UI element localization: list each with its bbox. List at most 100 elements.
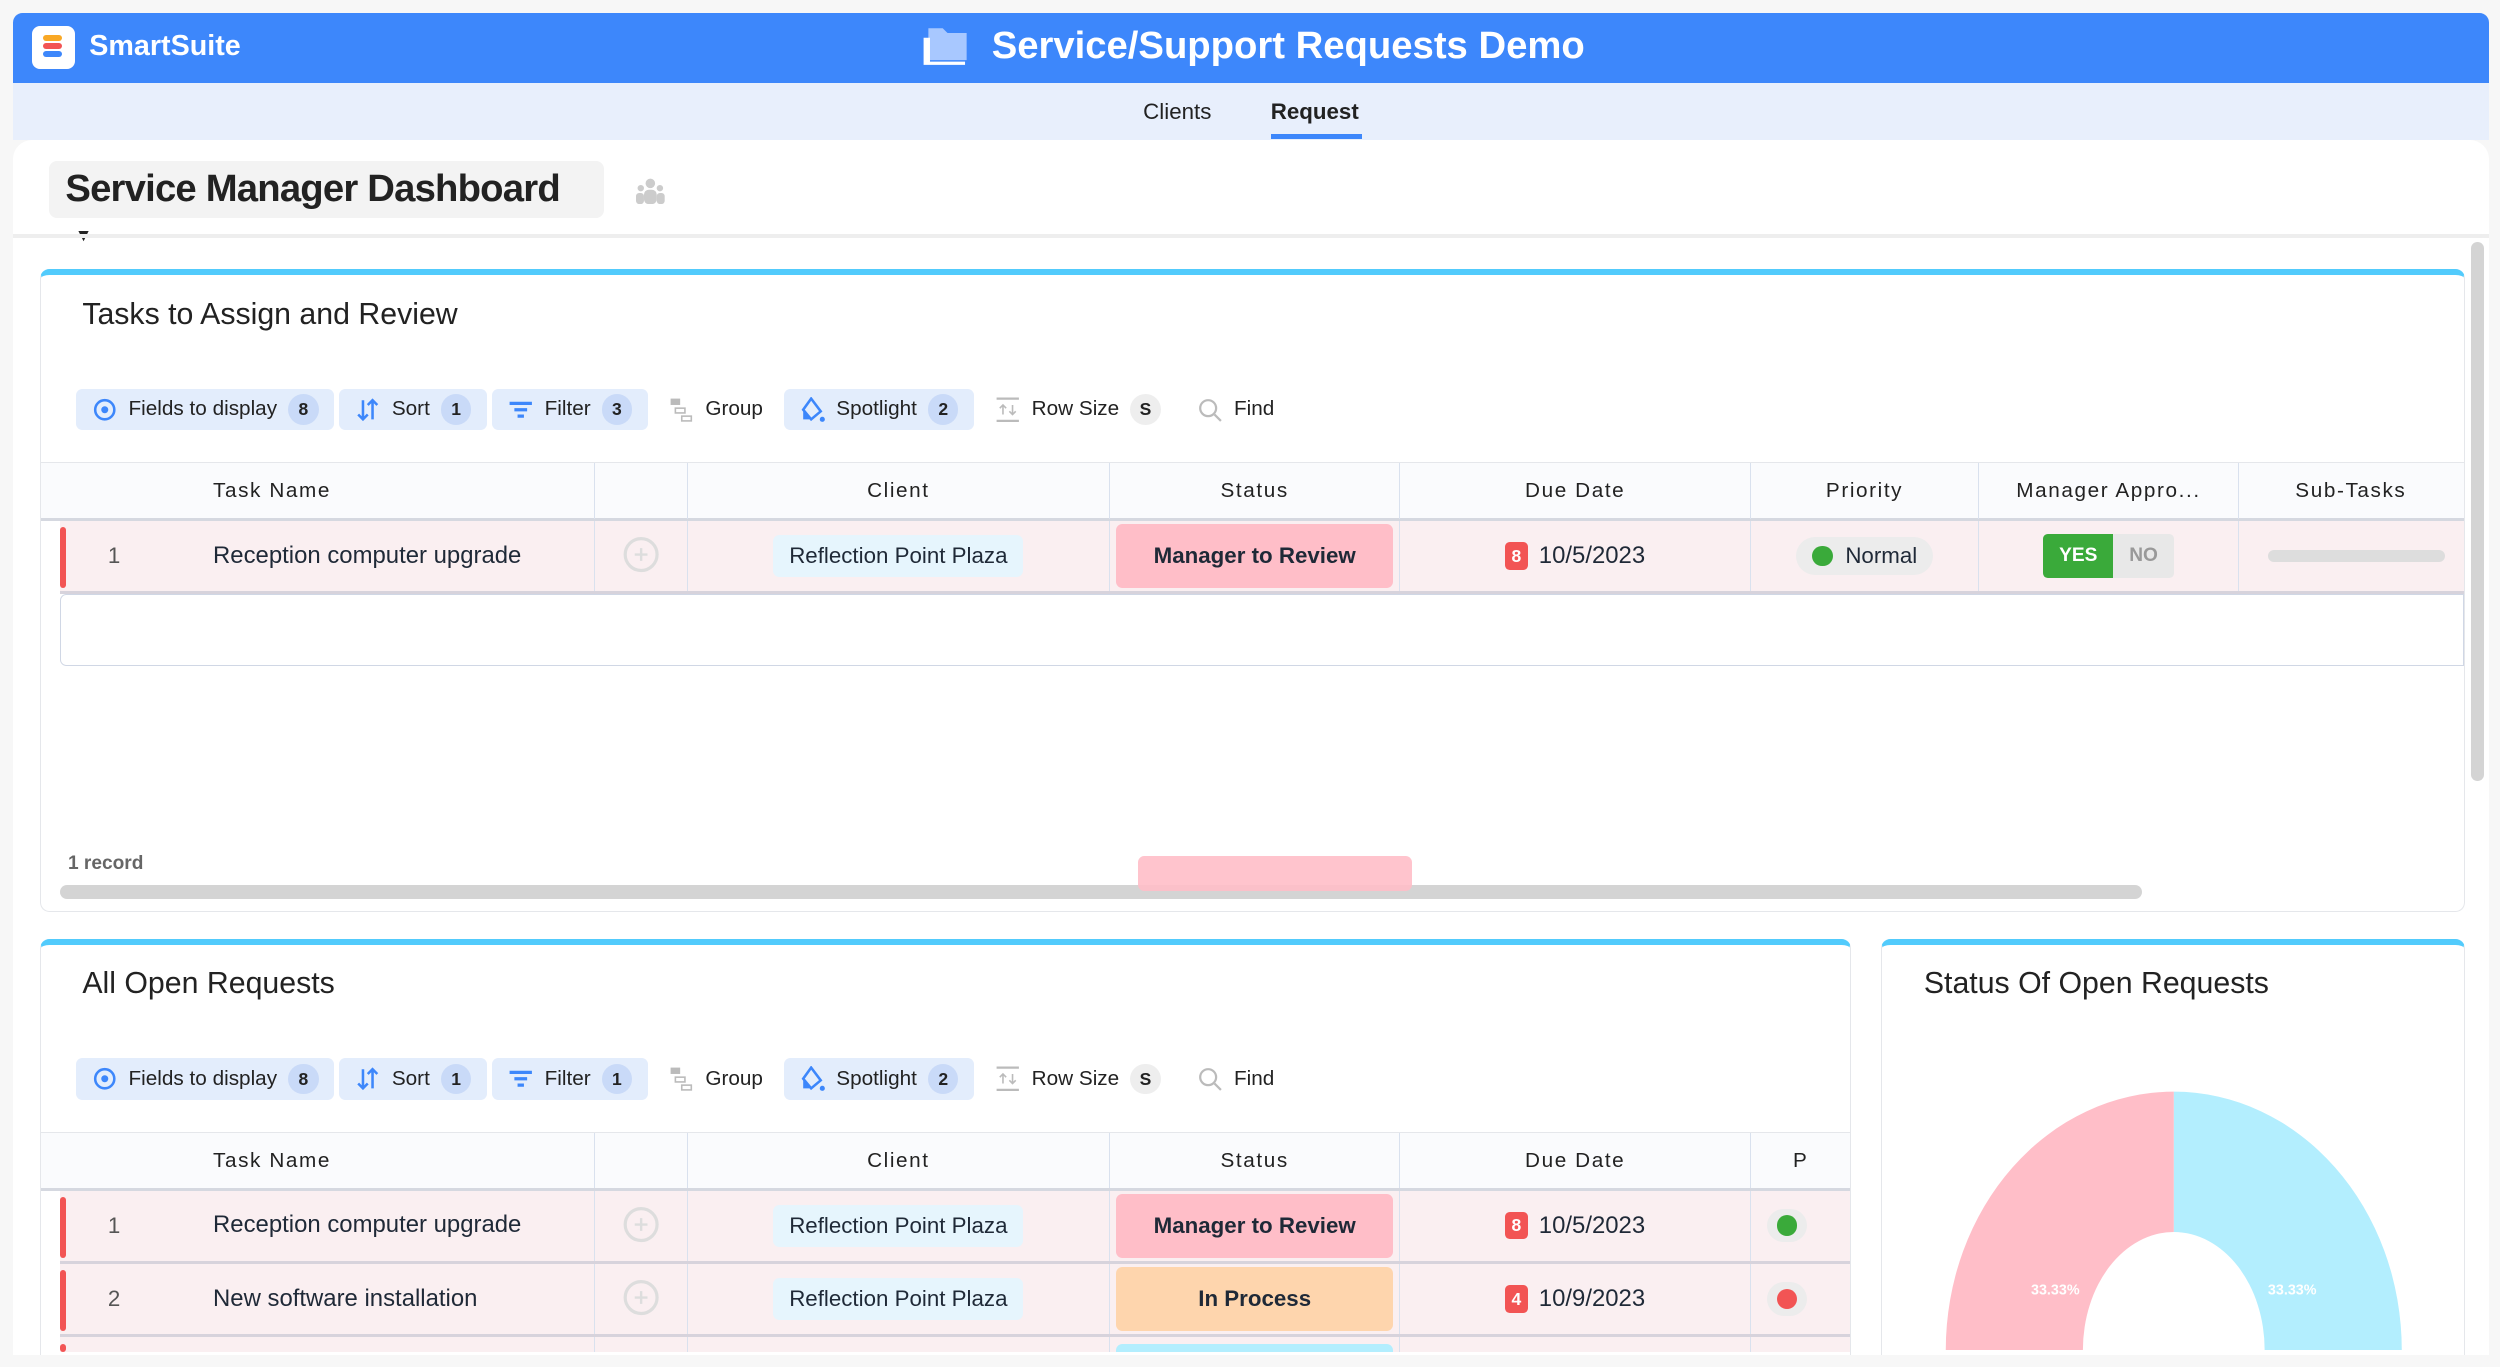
status-badge[interactable]: [1115, 1343, 1394, 1352]
column-header[interactable]: [594, 1132, 686, 1189]
table-cell[interactable]: In Process: [1109, 1263, 1399, 1335]
approval-yes[interactable]: YES: [2043, 533, 2114, 579]
priority-dot: [1776, 1215, 1798, 1237]
task-name[interactable]: Reception computer upgrade: [213, 542, 521, 570]
table-row[interactable]: [59, 1337, 1851, 1352]
client-chip[interactable]: Reflection Point Plaza: [773, 1278, 1024, 1320]
priority-chip[interactable]: [1766, 1282, 1807, 1316]
add-comment-icon[interactable]: [622, 1279, 660, 1318]
add-comment-icon[interactable]: [622, 536, 660, 575]
client-chip[interactable]: Reflection Point Plaza: [773, 535, 1024, 578]
manager-approval-toggle[interactable]: YES NO: [2043, 533, 2174, 579]
toolbar-spotlight-button[interactable]: Spotlight 2: [783, 1058, 975, 1100]
table-row[interactable]: 1 Reception computer upgrade Reflection Po…: [59, 520, 2464, 595]
priority-chip[interactable]: Normal: [1795, 536, 1934, 576]
toolbar-count-badge: S: [1130, 1063, 1161, 1095]
widget-all-open-requests: All Open Requests Fields to display 8 Sort 1…: [39, 939, 1852, 1356]
toolbar-row-size-button[interactable]: Row Size S: [979, 389, 1176, 430]
status-badge[interactable]: Manager to Review: [1115, 1193, 1394, 1258]
tab-request[interactable]: Request: [1271, 99, 1359, 125]
toolbar-fields-to-display-button[interactable]: Fields to display 8: [75, 388, 335, 431]
toolbar-sort-button[interactable]: Sort 1: [339, 1058, 488, 1100]
toolbar-fields-to-display-button[interactable]: Fields to display 8: [75, 1058, 335, 1100]
table-row[interactable]: 1 Reception computer upgrade Reflection Po…: [59, 1190, 1851, 1264]
column-header[interactable]: [594, 462, 686, 519]
column-header[interactable]: Sub-Tasks: [2237, 462, 2463, 519]
table-cell[interactable]: 8 10/5/2023: [1399, 520, 1750, 592]
table-cell[interactable]: [1750, 1337, 1831, 1352]
status-badge[interactable]: Manager to Review: [1115, 524, 1394, 588]
table-cell[interactable]: Reflection Point Plaza: [686, 1190, 1110, 1261]
column-header[interactable]: Client: [686, 1132, 1110, 1189]
members-icon[interactable]: [636, 177, 665, 205]
pie-slice[interactable]: [2174, 1091, 2403, 1351]
toolbar-group-button[interactable]: Group: [653, 1058, 779, 1099]
widget-title: Tasks to Assign and Review: [82, 297, 458, 331]
add-row-area[interactable]: [59, 594, 2464, 667]
table-cell[interactable]: [1109, 1337, 1399, 1352]
toolbar-label: Spotlight: [836, 1067, 917, 1090]
table-cell[interactable]: Normal: [1750, 520, 1978, 592]
priority-chip[interactable]: [1766, 1208, 1807, 1243]
table-cell[interactable]: [594, 1337, 686, 1352]
column-header[interactable]: Manager Appro...: [1978, 462, 2238, 519]
toolbar-label: Find: [1233, 1067, 1275, 1090]
tab-clients[interactable]: Clients: [1143, 99, 1211, 125]
approval-no[interactable]: NO: [2113, 533, 2174, 579]
column-header[interactable]: Task Name: [60, 463, 594, 519]
column-header[interactable]: Client: [686, 462, 1110, 519]
column-header[interactable]: Status: [1109, 462, 1399, 519]
vertical-scrollbar[interactable]: [2471, 242, 2485, 782]
status-badge[interactable]: In Process: [1115, 1267, 1394, 1331]
toolbar-group-button[interactable]: Group: [653, 389, 779, 430]
toolbar-spotlight-button[interactable]: Spotlight 2: [783, 388, 975, 431]
due-date-text: 10/5/2023: [1538, 1211, 1646, 1239]
horizontal-scrollbar[interactable]: [59, 884, 2143, 899]
table-cell[interactable]: [1750, 1190, 1831, 1261]
due-date[interactable]: 8 10/5/2023: [1505, 542, 1645, 570]
pie-slice-label: 33.33%: [2268, 1283, 2317, 1299]
table-cell[interactable]: Reflection Point Plaza: [686, 1263, 1110, 1335]
dashboard-selector[interactable]: Service Manager Dashboard ▼: [49, 161, 605, 245]
table-cell[interactable]: 8 10/5/2023: [1399, 1190, 1750, 1261]
table-cell[interactable]: [594, 1190, 686, 1261]
table-cell[interactable]: Reflection Point Plaza: [686, 520, 1110, 592]
toolbar-count-badge: 8: [288, 1063, 319, 1095]
table-cell[interactable]: YES NO: [1978, 520, 2238, 592]
toolbar-label: Sort: [391, 1067, 430, 1090]
smartsuite-logo-icon[interactable]: [31, 25, 75, 69]
table-cell[interactable]: Manager to Review: [1109, 520, 1399, 592]
table-cell[interactable]: [1750, 1263, 1831, 1335]
column-header[interactable]: P: [1750, 1132, 1850, 1189]
column-header[interactable]: Due Date: [1399, 1132, 1750, 1189]
table-row[interactable]: 2 New software installation Reflection Poi…: [59, 1263, 1851, 1338]
table-cell[interactable]: Manager to Review: [1109, 1190, 1399, 1261]
table-cell[interactable]: 4 10/9/2023: [1399, 1263, 1750, 1335]
due-date[interactable]: 4 10/9/2023: [1505, 1285, 1645, 1313]
column-header[interactable]: Priority: [1750, 462, 1978, 519]
column-header[interactable]: Due Date: [1399, 462, 1750, 519]
toolbar-count-badge: 1: [440, 394, 472, 425]
due-date[interactable]: 8 10/5/2023: [1505, 1212, 1645, 1240]
toolbar-find-button[interactable]: Find: [1181, 389, 1290, 430]
task-name[interactable]: Reception computer upgrade: [213, 1211, 521, 1239]
toolbar-filter-button[interactable]: Filter 3: [491, 388, 648, 431]
pie-slice[interactable]: [1946, 1091, 2175, 1351]
toolbar-find-button[interactable]: Find: [1181, 1058, 1290, 1099]
client-chip[interactable]: Reflection Point Plaza: [773, 1204, 1024, 1247]
column-header[interactable]: Task Name: [60, 1133, 594, 1189]
toolbar-row-size-button[interactable]: Row Size S: [979, 1058, 1176, 1099]
group-icon: [670, 1067, 692, 1091]
add-comment-icon[interactable]: [622, 1206, 660, 1245]
task-name[interactable]: New software installation: [213, 1285, 477, 1313]
eye-icon: [93, 1068, 116, 1090]
table-cell[interactable]: [1399, 1337, 1750, 1352]
toolbar-filter-button[interactable]: Filter 1: [491, 1058, 648, 1100]
table-cell[interactable]: [594, 1263, 686, 1335]
table-cell[interactable]: [594, 520, 686, 592]
column-header[interactable]: Status: [1109, 1132, 1399, 1189]
table-cell[interactable]: [686, 1337, 1110, 1352]
table-cell[interactable]: [2237, 520, 2446, 592]
widget-title: All Open Requests: [82, 967, 335, 1001]
toolbar-sort-button[interactable]: Sort 1: [339, 388, 488, 431]
